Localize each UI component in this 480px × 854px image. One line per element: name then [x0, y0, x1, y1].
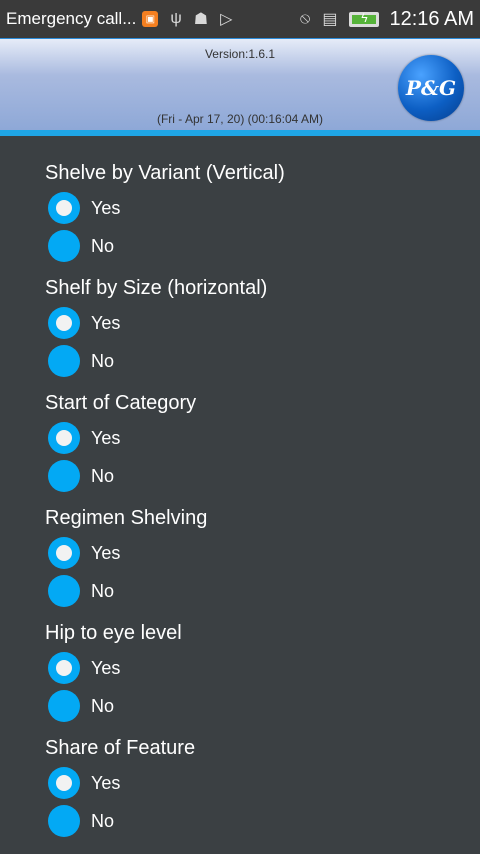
- radio-option-no[interactable]: No: [48, 802, 465, 840]
- radio-option-yes[interactable]: Yes: [48, 304, 465, 342]
- question-list: Shelve by Variant (Vertical) Yes No Shelf b…: [45, 136, 465, 840]
- radio-option-no[interactable]: No: [48, 687, 465, 725]
- question-group: Shelf by Size (horizontal) Yes No: [45, 276, 465, 380]
- radio-option-no[interactable]: No: [48, 227, 465, 265]
- radio-selected-icon[interactable]: [48, 767, 80, 799]
- question-label: Shelve by Variant (Vertical): [45, 162, 285, 184]
- radio-unselected-icon[interactable]: [48, 575, 80, 607]
- pg-logo: P&G: [398, 55, 464, 121]
- radio-option-yes[interactable]: Yes: [48, 649, 465, 687]
- app-header: Version:1.6.1 (Fri - Apr 17, 20) (00:16:…: [0, 38, 480, 130]
- usb-icon: ψ: [170, 10, 182, 27]
- radio-selected-icon[interactable]: [48, 192, 80, 224]
- datetime-label: (Fri - Apr 17, 20) (00:16:04 AM): [156, 112, 324, 126]
- radio-selected-icon[interactable]: [48, 537, 80, 569]
- radio-label: No: [91, 695, 115, 716]
- clock: 12:16 AM: [389, 7, 474, 30]
- radio-option-yes[interactable]: Yes: [48, 534, 465, 572]
- radio-label: Yes: [91, 542, 121, 563]
- question-group: Shelve by Variant (Vertical) Yes No: [45, 161, 465, 265]
- radio-dot: [56, 315, 72, 331]
- radio-unselected-icon[interactable]: [48, 690, 80, 722]
- radio-dot: [56, 545, 72, 561]
- radio-dot: [56, 430, 72, 446]
- question-group: Regimen Shelving Yes No: [45, 506, 465, 610]
- radio-label: No: [91, 465, 115, 486]
- status-bar: Emergency call... ▣ ψ ☗ ▷ ⦸ ▤ ϟ 12:16 AM: [0, 0, 480, 38]
- question-label: Start of Category: [45, 392, 197, 414]
- radio-label: No: [91, 350, 115, 371]
- version-label: Version:1.6.1: [204, 47, 276, 61]
- battery-charging-icon: ϟ: [349, 11, 380, 27]
- radio-option-no[interactable]: No: [48, 457, 465, 495]
- question-label: Share of Feature: [45, 737, 196, 759]
- radio-label: No: [91, 235, 115, 256]
- question-group: Start of Category Yes No: [45, 391, 465, 495]
- question-group: Hip to eye level Yes No: [45, 621, 465, 725]
- notification-text: Emergency call...: [6, 9, 137, 28]
- play-store-icon: ▷: [220, 11, 233, 28]
- radio-dot: [56, 775, 72, 791]
- radio-label: Yes: [91, 657, 121, 678]
- radio-label: Yes: [91, 312, 121, 333]
- pg-logo-text: P&G: [405, 76, 457, 100]
- question-label: Regimen Shelving: [45, 507, 208, 529]
- question-label: Shelf by Size (horizontal): [45, 277, 268, 299]
- radio-label: No: [91, 810, 115, 831]
- radio-selected-icon[interactable]: [48, 422, 80, 454]
- sim-icon: ▤: [322, 11, 338, 28]
- radio-unselected-icon[interactable]: [48, 805, 80, 837]
- radio-option-yes[interactable]: Yes: [48, 764, 465, 802]
- radio-label: Yes: [91, 197, 121, 218]
- radio-label: No: [91, 580, 115, 601]
- radio-option-yes[interactable]: Yes: [48, 189, 465, 227]
- radio-unselected-icon[interactable]: [48, 345, 80, 377]
- radio-dot: [56, 660, 72, 676]
- radio-selected-icon[interactable]: [48, 307, 80, 339]
- radio-option-no[interactable]: No: [48, 572, 465, 610]
- question-group: Share of Feature Yes No: [45, 736, 465, 840]
- radio-option-yes[interactable]: Yes: [48, 419, 465, 457]
- radio-selected-icon[interactable]: [48, 652, 80, 684]
- mute-icon: ⦸: [299, 10, 311, 27]
- radio-label: Yes: [91, 427, 121, 448]
- radio-label: Yes: [91, 772, 121, 793]
- radio-unselected-icon[interactable]: [48, 230, 80, 262]
- radio-dot: [56, 200, 72, 216]
- app-notification-icon: ▣: [142, 11, 159, 27]
- radio-option-no[interactable]: No: [48, 342, 465, 380]
- question-label: Hip to eye level: [45, 622, 182, 644]
- android-debug-icon: ☗: [193, 11, 209, 28]
- radio-unselected-icon[interactable]: [48, 460, 80, 492]
